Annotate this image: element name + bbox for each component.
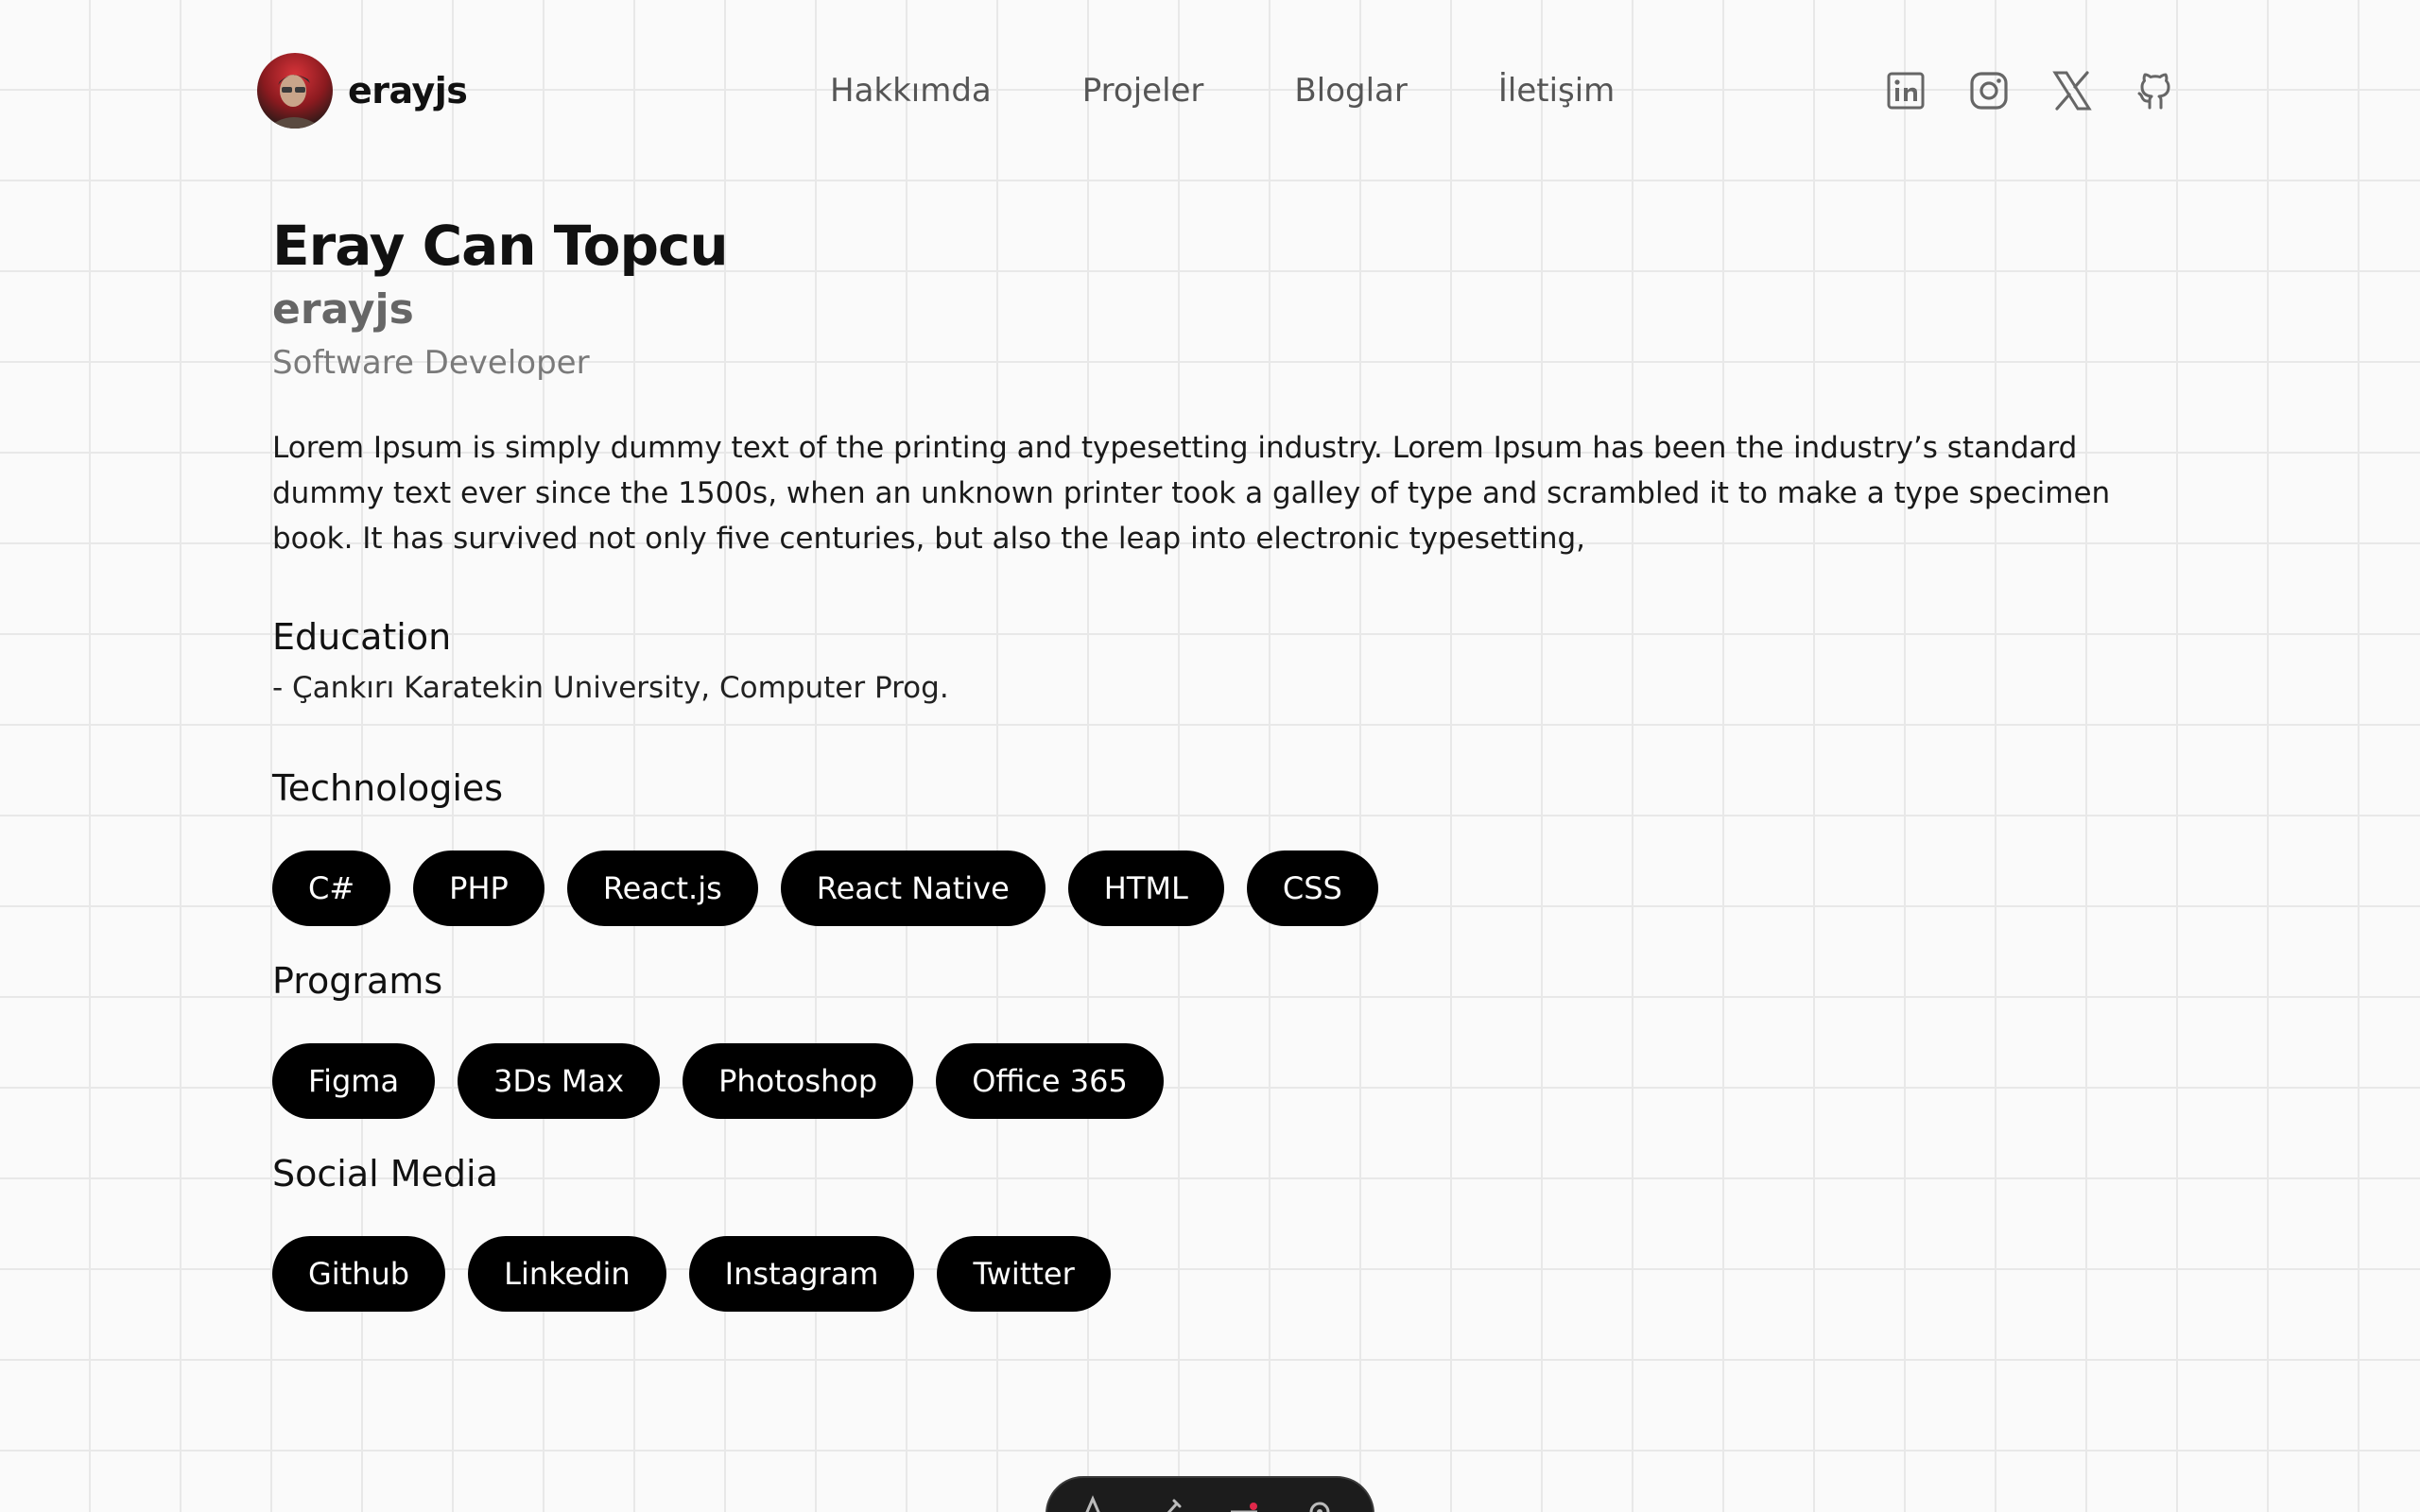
github-icon[interactable] — [2133, 68, 2178, 113]
nav-item-projeler[interactable]: Projeler — [1082, 72, 1204, 110]
tech-pill-csharp[interactable]: C# — [272, 850, 391, 926]
education-title: Education — [272, 616, 452, 658]
x-icon[interactable] — [2049, 68, 2095, 113]
bio-text: Lorem Ipsum is simply dummy text of the … — [272, 431, 2111, 556]
main-nav: Hakkımda Projeler Bloglar İletişim — [830, 53, 1615, 129]
tech-pill-react-native[interactable]: React Native — [780, 850, 1046, 926]
technologies-list: C# PHP React.js React Native HTML CSS — [272, 850, 2125, 926]
social-pill-twitter[interactable]: Twitter — [937, 1236, 1111, 1312]
handle: erayjs — [272, 285, 414, 334]
brand-name[interactable]: erayjs — [348, 70, 468, 112]
programs-list: Figma 3Ds Max Photoshop Office 365 — [272, 1043, 2125, 1119]
settings-icon[interactable] — [1303, 1495, 1337, 1512]
about-section: Eray Can Topcu erayjs Software Developer… — [272, 210, 2125, 1340]
instagram-icon[interactable] — [1966, 68, 2012, 113]
social-media-title: Social Media — [272, 1153, 498, 1194]
social-pill-instagram[interactable]: Instagram — [688, 1236, 915, 1312]
nav-item-bloglar[interactable]: Bloglar — [1294, 72, 1407, 110]
nav-item-iletisim[interactable]: İletişim — [1498, 72, 1615, 110]
text-icon[interactable] — [1076, 1495, 1110, 1512]
social-pill-github[interactable]: Github — [272, 1236, 446, 1312]
floating-toolbar[interactable] — [1046, 1476, 1374, 1512]
technologies-title: Technologies — [272, 767, 504, 809]
tech-pill-css[interactable]: CSS — [1246, 850, 1378, 926]
page-title: Eray Can Topcu — [272, 214, 729, 278]
education-item: - Çankırı Karatekin University, Computer… — [272, 671, 949, 705]
program-pill-office-365[interactable]: Office 365 — [936, 1043, 1164, 1119]
tech-pill-php[interactable]: PHP — [413, 850, 544, 926]
linkedin-icon[interactable] — [1883, 68, 1928, 113]
program-pill-figma[interactable]: Figma — [272, 1043, 436, 1119]
social-media-list: Github Linkedin Instagram Twitter — [272, 1236, 2125, 1312]
program-pill-photoshop[interactable]: Photoshop — [683, 1043, 914, 1119]
social-links — [1845, 53, 2178, 129]
program-pill-3ds-max[interactable]: 3Ds Max — [458, 1043, 661, 1119]
role-subtitle: Software Developer — [272, 344, 590, 382]
brush-icon[interactable] — [1151, 1495, 1185, 1512]
programs-title: Programs — [272, 960, 443, 1002]
avatar[interactable] — [257, 53, 333, 129]
slider-icon[interactable] — [1227, 1495, 1261, 1512]
site-header: erayjs Hakkımda Projeler Bloglar İletişi… — [257, 53, 2178, 129]
brand[interactable]: erayjs — [257, 53, 468, 129]
nav-item-hakkimda[interactable]: Hakkımda — [830, 72, 992, 110]
social-pill-linkedin[interactable]: Linkedin — [468, 1236, 666, 1312]
tech-pill-html[interactable]: HTML — [1067, 850, 1224, 926]
tech-pill-reactjs[interactable]: React.js — [566, 850, 758, 926]
